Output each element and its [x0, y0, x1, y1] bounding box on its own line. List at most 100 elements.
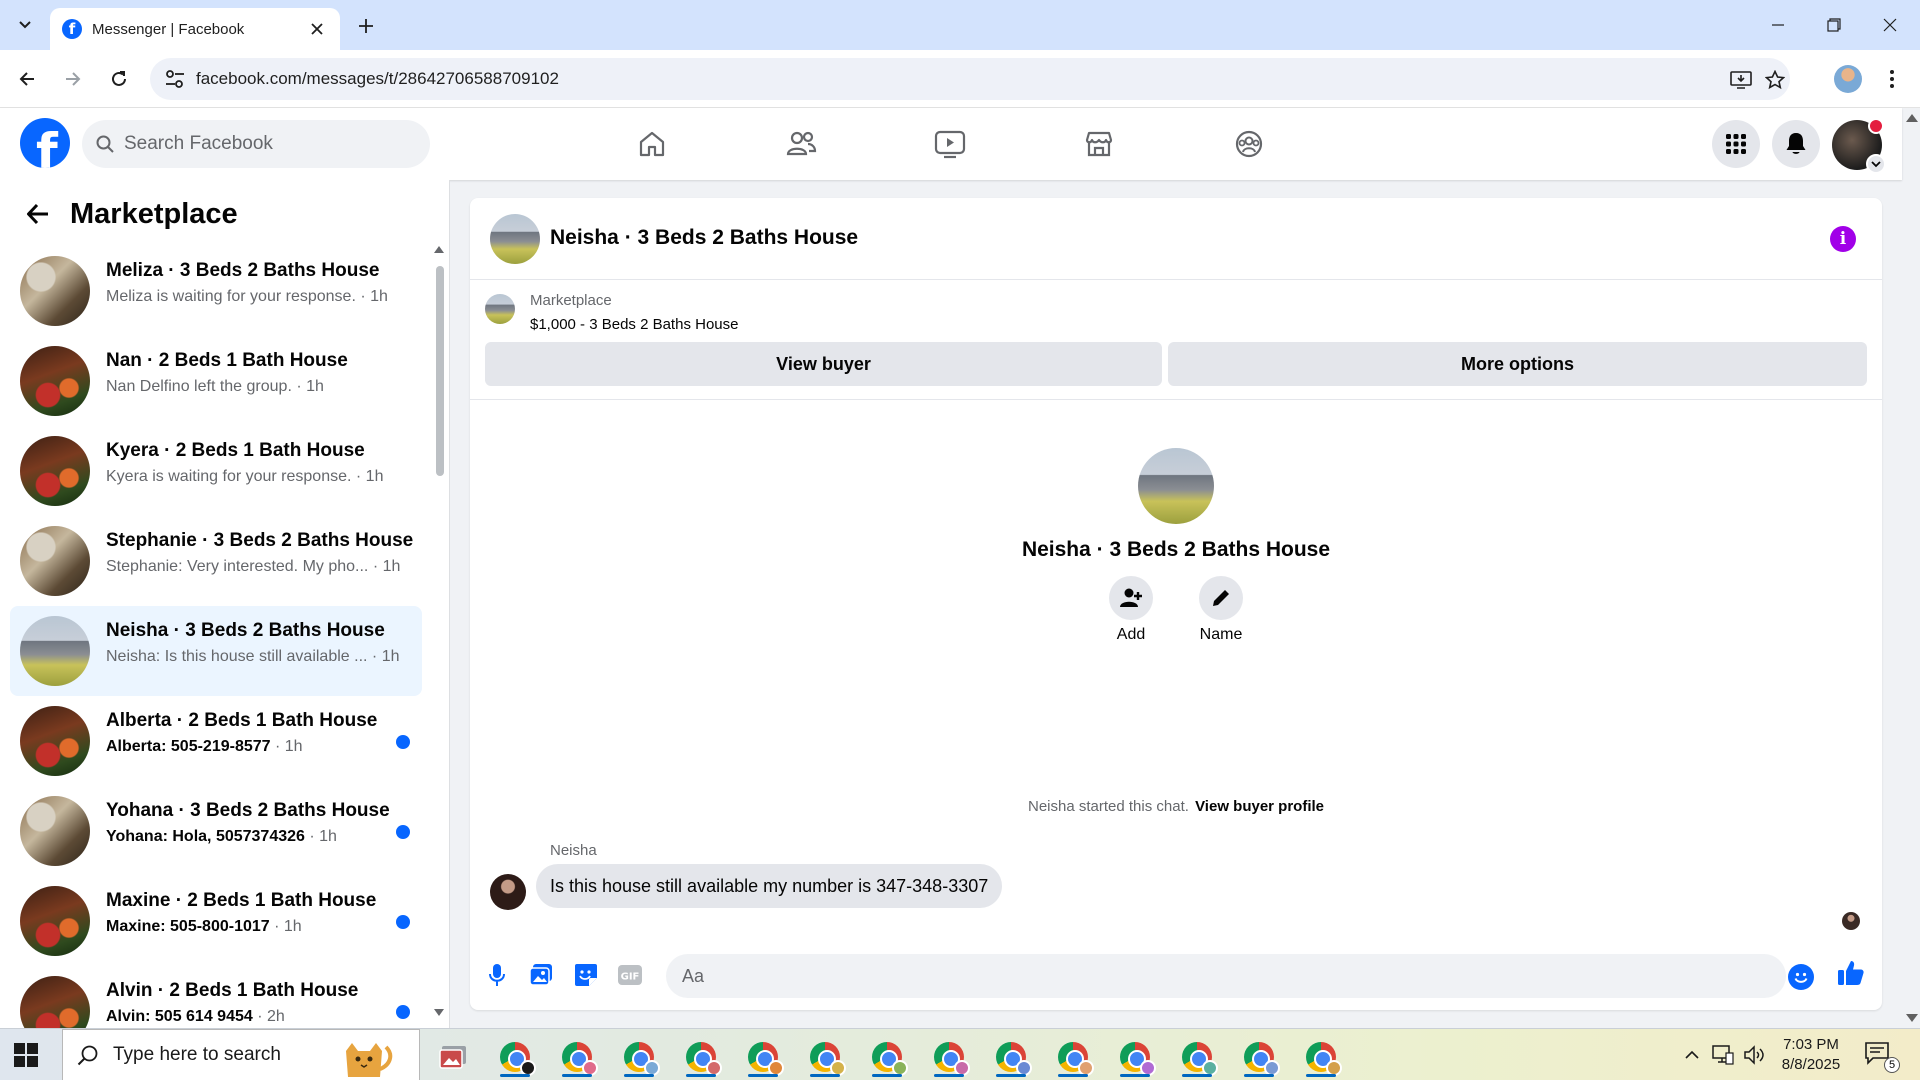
account-avatar[interactable] — [1832, 118, 1886, 174]
taskbar-chrome-window[interactable] — [614, 1037, 664, 1077]
taskbar-chrome-window[interactable] — [1296, 1037, 1346, 1077]
chat-avatar[interactable] — [490, 214, 540, 264]
nav-friends[interactable] — [746, 120, 856, 168]
sidebar-header: Marketplace — [18, 194, 238, 234]
reload-button[interactable] — [104, 64, 134, 94]
taskbar-chrome-window[interactable] — [552, 1037, 602, 1077]
tab-close-button[interactable] — [306, 18, 328, 40]
taskbar-chrome-window[interactable] — [490, 1037, 540, 1077]
conversation-item[interactable]: Yohana · 3 Beds 2 Baths House Yohana: Hol… — [10, 786, 422, 876]
minimize-icon — [1772, 24, 1784, 26]
chrome-icon — [686, 1042, 722, 1076]
minimize-button[interactable] — [1750, 0, 1806, 50]
browser-profile-avatar[interactable] — [1834, 65, 1862, 93]
conversation-name: Kyera · 2 Beds 1 Bath House — [106, 440, 365, 461]
groups-icon — [1235, 130, 1263, 158]
taskbar-chrome-window[interactable] — [1048, 1037, 1098, 1077]
sender-avatar[interactable] — [490, 874, 526, 910]
conversation-item[interactable]: Nan · 2 Beds 1 Bath House Nan Delfino lef… — [10, 336, 422, 426]
install-app-button[interactable] — [1728, 67, 1754, 93]
new-tab-button[interactable] — [352, 12, 380, 40]
message-input[interactable] — [666, 954, 1786, 998]
page-scrollbar[interactable] — [1904, 108, 1918, 1028]
taskbar-chrome-window[interactable] — [738, 1037, 788, 1077]
scroll-up-arrow-icon[interactable] — [434, 246, 444, 253]
nav-home[interactable] — [597, 120, 707, 168]
edit-name-button[interactable]: Name — [1199, 576, 1243, 644]
conversation-item[interactable]: Alberta · 2 Beds 1 Bath House Alberta: 50… — [10, 696, 422, 786]
conversation-item[interactable]: Maxine · 2 Beds 1 Bath House Maxine: 505-… — [10, 876, 422, 966]
message-bubble[interactable]: Is this house still available my number … — [536, 864, 1003, 908]
gif-button[interactable]: GIF — [615, 960, 645, 990]
restore-button[interactable] — [1806, 0, 1862, 50]
facebook-search[interactable]: Search Facebook — [82, 120, 430, 168]
conversation-info-button[interactable]: i — [1830, 226, 1856, 252]
account-chevron[interactable] — [1866, 154, 1886, 174]
chevron-down-icon — [19, 21, 31, 29]
network-button[interactable] — [1712, 1043, 1734, 1067]
nav-marketplace[interactable] — [1044, 120, 1154, 168]
snippet-text: Nan Delfino left the group. — [106, 378, 292, 395]
taskbar-chrome-window[interactable] — [924, 1037, 974, 1077]
conversation-item[interactable]: Kyera · 2 Beds 1 Bath House Kyera is wait… — [10, 426, 422, 516]
menu-button[interactable] — [1712, 120, 1760, 168]
sidebar-scrollbar[interactable] — [434, 246, 444, 1016]
like-button[interactable] — [1836, 958, 1866, 988]
taskbar-chrome-window[interactable] — [676, 1037, 726, 1077]
taskbar-chrome-window[interactable] — [1172, 1037, 1222, 1077]
conversation-item[interactable]: Neisha · 3 Beds 2 Baths House Neisha: Is … — [10, 606, 422, 696]
listing-thumbnail[interactable] — [485, 294, 515, 324]
snippet-time: · 2h — [252, 1008, 285, 1025]
back-button[interactable] — [12, 64, 42, 94]
chat-panel: Neisha · 3 Beds 2 Baths House i Marketpl… — [470, 198, 1882, 1010]
taskbar-chrome-window[interactable] — [1110, 1037, 1160, 1077]
conversation-item[interactable]: Meliza · 3 Beds 2 Baths House Meliza is w… — [10, 246, 422, 336]
attach-photo-button[interactable] — [526, 960, 556, 990]
taskbar-app-photos[interactable] — [428, 1037, 478, 1077]
taskbar-clock[interactable]: 7:03 PM 8/8/2025 — [1756, 1035, 1866, 1075]
chrome-icon — [996, 1042, 1032, 1076]
page-scroll-up-icon[interactable] — [1906, 114, 1918, 122]
scrollbar-thumb[interactable] — [436, 266, 444, 476]
notifications-button[interactable] — [1772, 120, 1820, 168]
more-vertical-icon — [1890, 70, 1894, 88]
view-buyer-profile-link[interactable]: View buyer profile — [1195, 798, 1324, 815]
browser-menu-button[interactable] — [1882, 66, 1902, 92]
chat-title[interactable]: Neisha · 3 Beds 2 Baths House — [550, 226, 858, 250]
taskbar-chrome-window[interactable] — [800, 1037, 850, 1077]
taskbar-chrome-window[interactable] — [986, 1037, 1036, 1077]
sidebar-back-button[interactable] — [18, 194, 58, 234]
reload-icon — [112, 71, 126, 86]
plus-icon — [359, 19, 373, 33]
listing-price[interactable]: $1,000 - 3 Beds 2 Baths House — [530, 316, 738, 333]
bookmark-star-button[interactable] — [1762, 67, 1788, 93]
conversation-thumbnail — [20, 796, 90, 866]
close-window-button[interactable] — [1862, 0, 1918, 50]
more-options-button[interactable]: More options — [1168, 342, 1867, 386]
chat-header: Neisha · 3 Beds 2 Baths House i — [470, 198, 1882, 280]
notification-center-button[interactable]: 5 — [1864, 1041, 1900, 1073]
scroll-down-arrow-icon[interactable] — [434, 1009, 444, 1016]
start-button[interactable] — [14, 1043, 38, 1067]
emoji-button[interactable] — [1788, 964, 1814, 990]
sticker-button[interactable] — [571, 960, 601, 990]
browser-tab-messenger[interactable]: f Messenger | Facebook — [50, 8, 340, 50]
address-bar[interactable]: facebook.com/messages/t/2864270658870910… — [150, 58, 1790, 100]
tab-search-button[interactable] — [8, 10, 42, 40]
add-people-button[interactable]: Add — [1109, 576, 1153, 644]
facebook-logo[interactable]: f — [20, 118, 70, 168]
taskbar-chrome-window[interactable] — [862, 1037, 912, 1077]
view-buyer-button[interactable]: View buyer — [485, 342, 1162, 386]
page-scroll-down-icon[interactable] — [1906, 1014, 1918, 1022]
taskbar-chrome-window[interactable] — [1234, 1037, 1284, 1077]
voice-clip-button[interactable] — [482, 960, 512, 990]
show-hidden-icons-button[interactable] — [1684, 1043, 1700, 1067]
conversation-item[interactable]: Stephanie · 3 Beds 2 Baths House Stephani… — [10, 516, 422, 606]
read-receipt-avatar — [1842, 912, 1860, 930]
site-settings-icon[interactable] — [164, 69, 186, 89]
nav-video[interactable] — [895, 120, 1005, 168]
conversation-item[interactable]: Alvin · 2 Beds 1 Bath House Alvin: 505 61… — [10, 966, 422, 1028]
forward-button[interactable] — [58, 64, 88, 94]
nav-groups[interactable] — [1194, 120, 1304, 168]
pencil-icon — [1213, 590, 1229, 606]
